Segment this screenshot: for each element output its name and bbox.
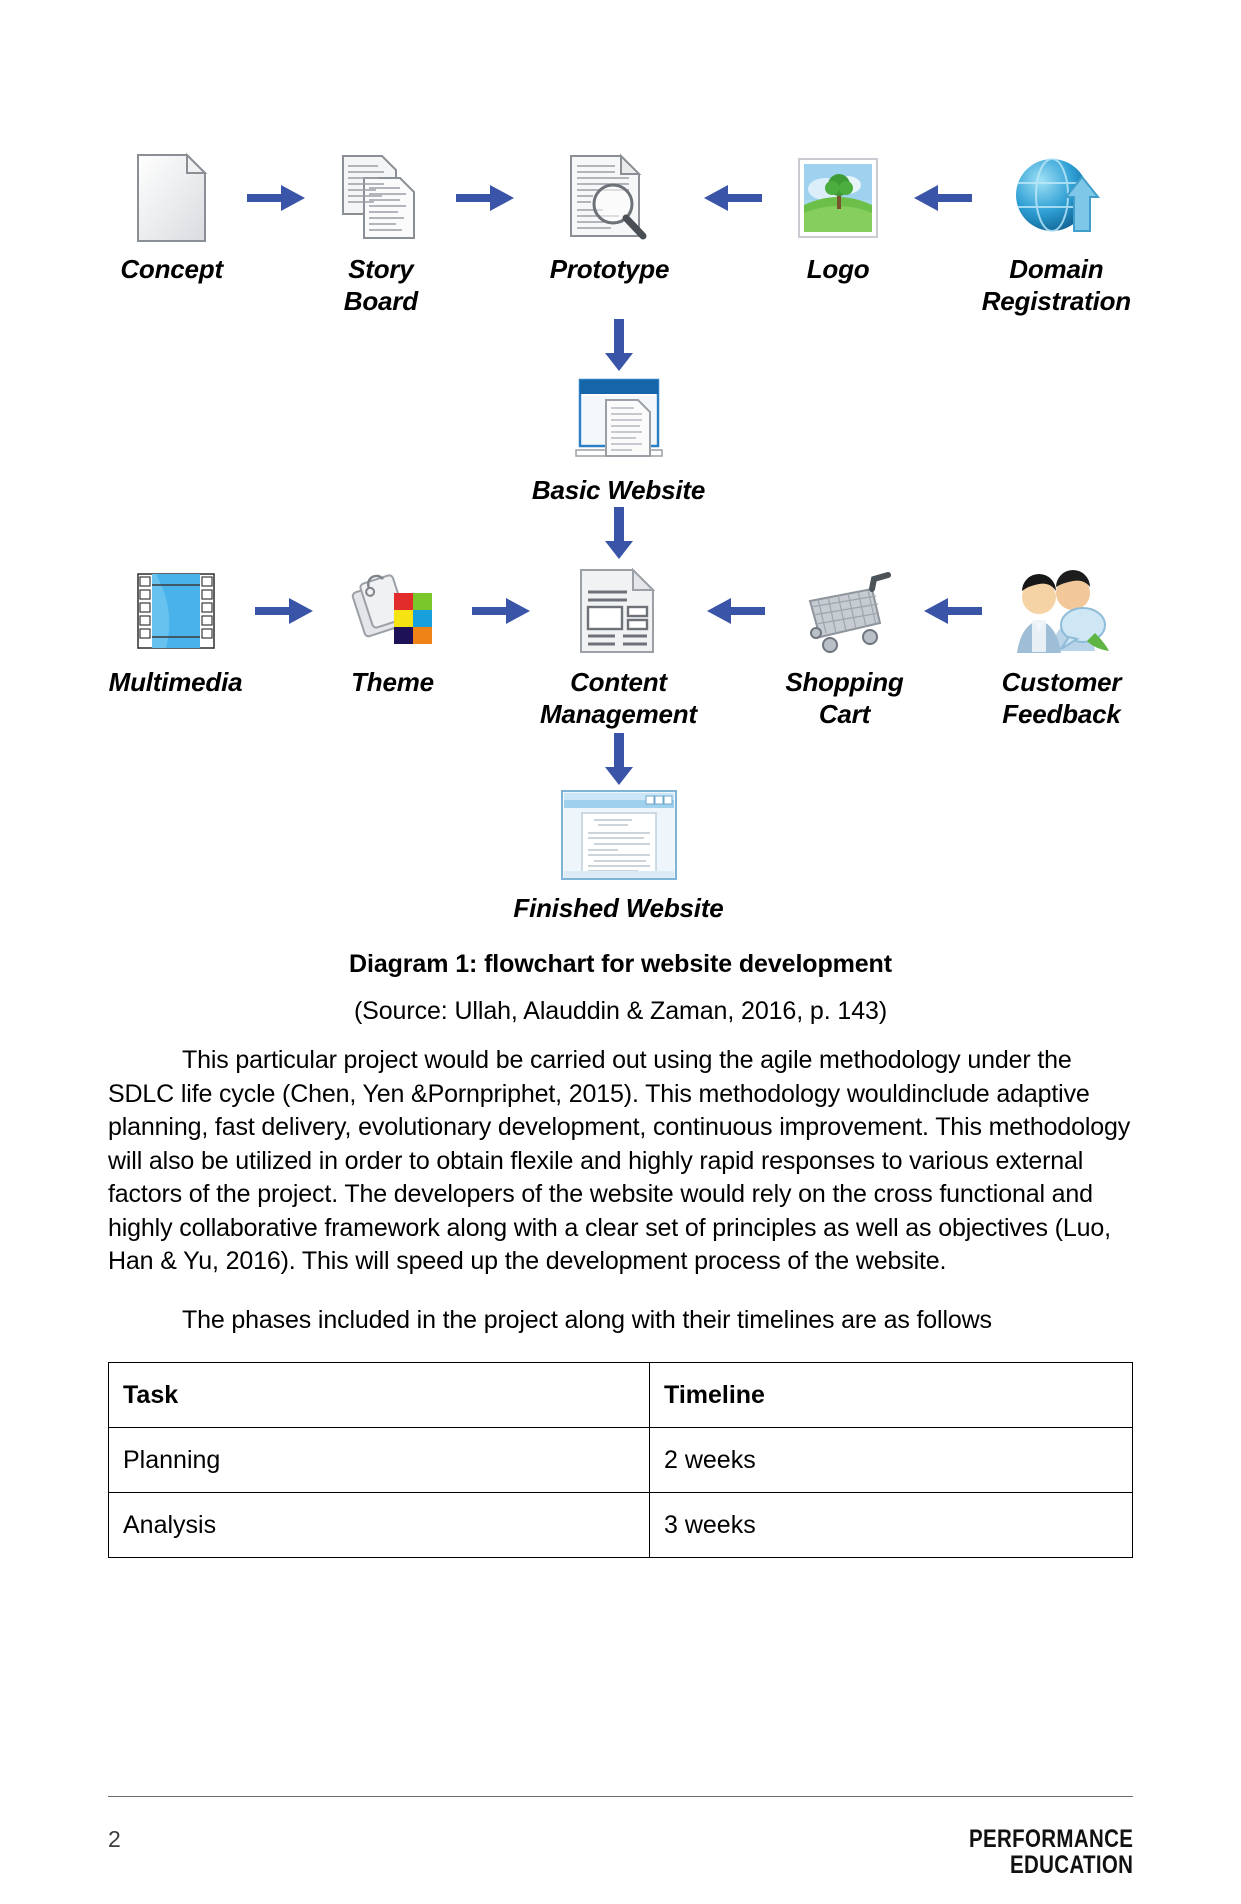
arrow-right-icon (446, 150, 524, 246)
footer-divider (108, 1796, 1133, 1797)
arrow-down-to-content-management (106, 507, 1131, 560)
arrow-down-to-finished-website (106, 732, 1131, 785)
flow-node-label: Customer Feedback (1001, 667, 1122, 729)
performance-education-logo: PERFORMANCE EDUCATION (969, 1826, 1133, 1878)
arrow-left-icon (697, 563, 775, 659)
table-cell-timeline: 2 weeks (649, 1427, 1133, 1494)
body-paragraph-1: This particular project would be carried… (108, 1046, 1131, 1276)
flow-node-shopping-cart: Shopping Cart (775, 563, 914, 730)
flowchart-row-1: Concept Story Board Prototype Logo Domai… (106, 150, 1131, 317)
page-number: 2 (108, 1826, 121, 1852)
arrow-right-icon (462, 563, 540, 659)
website-development-flowchart: Concept Story Board Prototype Logo Domai… (106, 150, 1131, 924)
table-cell-task: Planning (108, 1427, 650, 1494)
arrow-right-icon (245, 563, 323, 659)
table-row: Planning 2 weeks (108, 1427, 1133, 1494)
browser-window-page-icon (558, 785, 680, 885)
flow-node-label: Multimedia (108, 667, 243, 698)
content-page-layout-icon (573, 563, 663, 659)
users-feedback-icon (1011, 563, 1111, 659)
page-footer: 2 PERFORMANCE EDUCATION (108, 1826, 1133, 1878)
flow-node-label: Content Management (540, 667, 697, 729)
table-header-task: Task (108, 1362, 650, 1429)
table-row: Analysis 3 weeks (108, 1492, 1133, 1559)
flow-node-label: Domain Registration (981, 254, 1131, 316)
film-strip-icon (132, 563, 220, 659)
flowchart-row-2: Multimedia Theme Content Management Shop… (106, 563, 1131, 730)
flow-node-basic-website: Basic Website (106, 371, 1131, 507)
phases-timeline-table: Task Timeline Planning 2 weeks Analysis … (108, 1362, 1133, 1559)
browser-window-document-icon (566, 371, 672, 467)
table-cell-task: Analysis (108, 1492, 650, 1559)
picture-landscape-icon (795, 150, 881, 246)
brand-line-2: EDUCATION (1009, 1851, 1133, 1879)
arrow-left-icon (914, 563, 992, 659)
flow-node-story-board: Story Board (315, 150, 446, 317)
flow-node-concept: Concept (106, 150, 237, 286)
stacked-documents-icon (338, 150, 424, 246)
shopping-cart-icon (796, 563, 892, 659)
flow-node-label: Prototype (549, 254, 670, 284)
flow-node-prototype: Prototype (524, 150, 694, 286)
flow-node-label: Basic Website (531, 475, 706, 506)
flow-node-label: Shopping Cart (785, 667, 904, 729)
document-magnifier-icon (563, 150, 655, 246)
flow-node-multimedia: Multimedia (106, 563, 245, 699)
flow-node-theme: Theme (323, 563, 462, 699)
flow-node-domain-registration: Domain Registration (982, 150, 1131, 317)
document-page: Concept Story Board Prototype Logo Domai… (0, 150, 1241, 1904)
flow-node-label: Story Board (343, 254, 418, 316)
flow-node-prototype-branch: Prototype (524, 150, 694, 286)
arrow-left-icon (694, 150, 772, 246)
flow-node-label: Logo (806, 254, 870, 284)
flow-node-logo: Logo (772, 150, 903, 286)
document-page-icon (135, 150, 209, 246)
table-header-row: Task Timeline (108, 1362, 1133, 1429)
tags-color-swatch-icon (346, 563, 440, 659)
diagram-source: (Source: Ullah, Alauddin & Zaman, 2016, … (353, 997, 888, 1026)
table-header-timeline: Timeline (649, 1362, 1133, 1429)
flow-node-customer-feedback: Customer Feedback (992, 563, 1131, 730)
table-cell-timeline: 3 weeks (649, 1492, 1133, 1559)
globe-upload-icon (1010, 150, 1102, 246)
flow-node-label: Theme (351, 667, 434, 698)
body-paragraph-2: The phases included in the project along… (182, 1305, 992, 1334)
diagram-caption: Diagram 1: flowchart for website develop… (349, 950, 892, 979)
flow-node-content-management: Content Management (540, 563, 697, 730)
arrow-right-icon (237, 150, 315, 246)
arrow-left-icon (904, 150, 982, 246)
flow-node-finished-website: Finished Website (106, 785, 1131, 925)
flow-node-label: Concept (120, 254, 223, 284)
flow-node-label: Finished Website (513, 892, 724, 923)
arrow-down-to-basic-website (106, 319, 1131, 372)
brand-line-1: PERFORMANCE (968, 1825, 1133, 1853)
